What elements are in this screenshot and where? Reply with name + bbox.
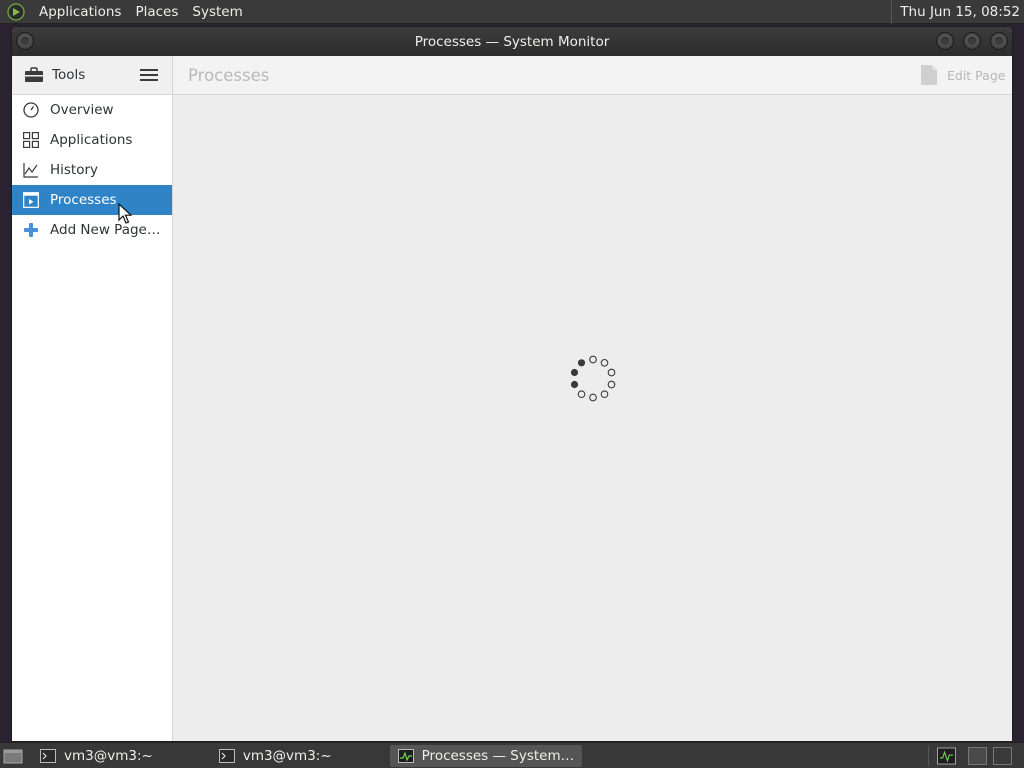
hamburger-menu-icon[interactable] [140, 68, 158, 82]
tools-header: Tools [12, 56, 172, 95]
sidebar-item-label: Processes [50, 192, 117, 208]
window-title: Processes — System Monitor [414, 33, 610, 50]
sidebar-item-history[interactable]: History [12, 155, 172, 185]
sidebar-item-overview[interactable]: Overview [12, 95, 172, 125]
task-label: vm3@vm3:~ [64, 747, 153, 764]
maximize-button[interactable] [963, 32, 981, 50]
taskbar-task-terminal-1[interactable]: vm3@vm3:~ [32, 745, 161, 767]
page-title: Processes [188, 65, 270, 85]
sidebar-item-add-new-page[interactable]: Add New Page… [12, 215, 172, 245]
sidebar-item-applications[interactable]: Applications [12, 125, 172, 155]
mouse-cursor-icon [118, 203, 132, 224]
minimize-button[interactable] [936, 32, 954, 50]
plus-icon [22, 221, 40, 239]
workspace-cell[interactable] [992, 747, 1012, 765]
menu-system[interactable]: System [185, 0, 249, 24]
task-label: Processes — System… [421, 747, 575, 764]
system-monitor-applet-icon[interactable] [937, 747, 956, 765]
sidebar-item-label: History [50, 162, 99, 178]
window-play-icon [22, 191, 40, 209]
loading-spinner-icon [570, 355, 616, 402]
show-desktop-icon[interactable] [2, 747, 24, 765]
workspace-switcher[interactable] [928, 746, 1018, 766]
task-label: vm3@vm3:~ [242, 747, 332, 764]
edit-page-label: Edit Page [947, 67, 1006, 83]
sidebar-item-label: Add New Page… [50, 222, 161, 238]
clock[interactable]: Thu Jun 15, 08:52 [891, 0, 1020, 24]
top-panel: Applications Places System Thu Jun 15, 0… [0, 0, 1024, 24]
window-menu-button[interactable] [16, 32, 34, 50]
close-button[interactable] [990, 32, 1008, 50]
main-header: Processes Edit Page [173, 56, 1012, 95]
window-titlebar[interactable]: Processes — System Monitor [12, 27, 1012, 56]
chart-icon [22, 161, 40, 179]
tools-label: Tools [52, 67, 86, 83]
document-icon [921, 65, 937, 85]
menu-places[interactable]: Places [128, 0, 185, 24]
taskbar-task-terminal-2[interactable]: vm3@vm3:~ [211, 745, 340, 767]
distro-logo-icon[interactable] [6, 2, 26, 22]
sidebar-item-processes[interactable]: Processes [12, 185, 172, 215]
system-monitor-window: Processes — System Monitor Tools Overvie… [11, 26, 1013, 742]
terminal-icon [40, 748, 56, 763]
window-body: Tools Overview Applications History Proc… [12, 56, 1012, 741]
taskbar-task-system-monitor[interactable]: Processes — System… [389, 744, 583, 767]
system-monitor-icon [397, 748, 414, 763]
menu-applications[interactable]: Applications [32, 0, 128, 24]
workspace-cell[interactable] [967, 747, 987, 765]
sidebar-item-label: Overview [50, 102, 114, 118]
sidebar-item-label: Applications [50, 132, 133, 148]
toolbox-icon [25, 67, 43, 82]
main-content: Processes Edit Page [173, 56, 1012, 741]
edit-page-button[interactable]: Edit Page [912, 58, 1012, 92]
sidebar: Tools Overview Applications History Proc… [12, 56, 173, 741]
gauge-icon [22, 101, 40, 119]
grid-icon [22, 131, 40, 149]
bottom-taskbar: vm3@vm3:~ vm3@vm3:~ Processes — System… [0, 742, 1024, 768]
terminal-icon [218, 748, 235, 763]
